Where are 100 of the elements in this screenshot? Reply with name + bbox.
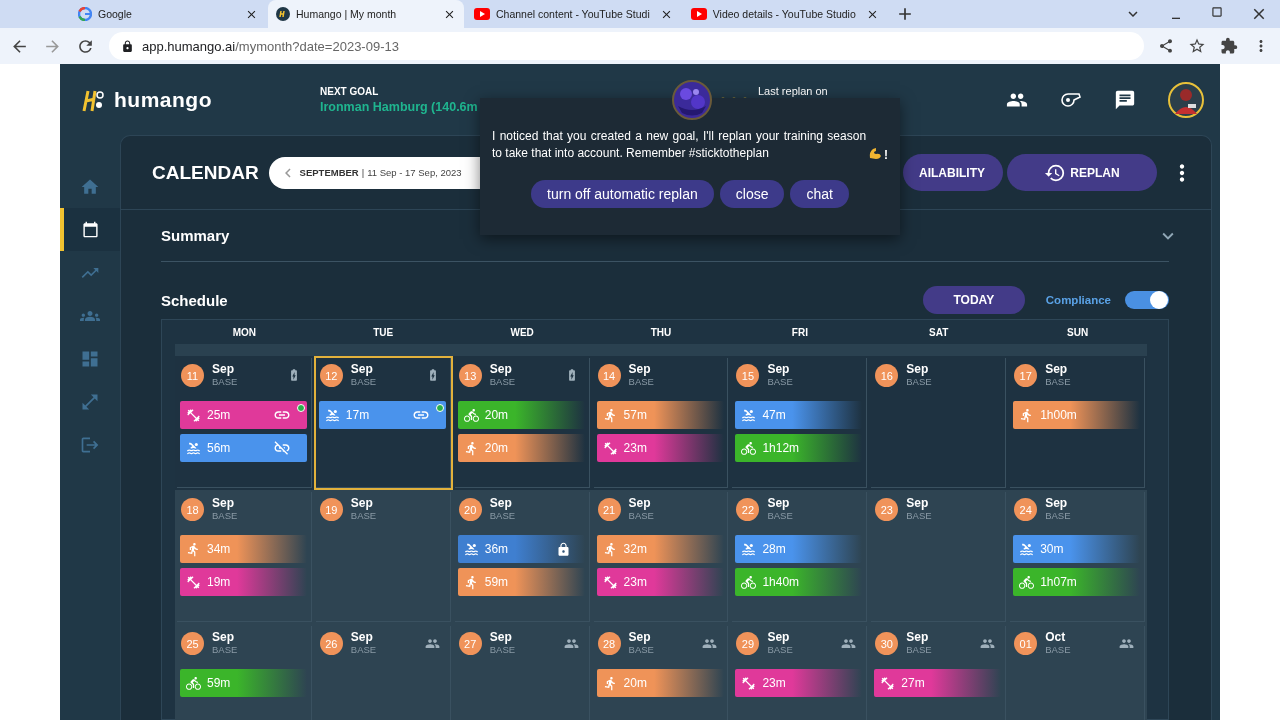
month-label: Sep [212, 496, 235, 510]
month-label: Sep [906, 362, 930, 376]
day-number: 25 [181, 632, 204, 655]
workout-bar[interactable]: 27m [874, 669, 1002, 697]
month-label: Sep [767, 630, 791, 644]
month-label: Sep [212, 630, 235, 644]
chat-icon[interactable] [1114, 88, 1136, 111]
schedule-title: Schedule [161, 291, 228, 309]
replan-button[interactable]: REPLAN [1007, 154, 1157, 191]
phase-label: BASE [767, 510, 794, 521]
popup-button[interactable]: close [719, 180, 785, 208]
day-cell[interactable]: 19 Sep BASE [313, 490, 453, 624]
workout-bar[interactable]: 23m [596, 434, 724, 462]
weekday-header: TUE [372, 326, 395, 338]
restore-icon[interactable] [1210, 5, 1224, 19]
day-cell[interactable]: 14 Sep BASE 57m 23m [591, 356, 731, 490]
phase-label: BASE [628, 376, 655, 387]
runner-icon [602, 675, 618, 691]
browser-tab[interactable]: Google [70, 0, 266, 28]
day-cell[interactable]: 26 Sep BASE [313, 624, 453, 720]
browser-tab[interactable]: Video details - YouTube Studio [682, 0, 887, 28]
day-cell[interactable]: 23 Sep BASE [869, 490, 1009, 624]
day-cell[interactable]: 25 Sep BASE 59m [175, 624, 314, 720]
phase-label: BASE [628, 510, 655, 521]
month-label: Sep [489, 362, 513, 376]
day-cell[interactable]: 27 Sep BASE [452, 624, 592, 720]
day-number: 18 [181, 498, 204, 521]
puzzle-icon[interactable] [1220, 37, 1238, 55]
day-number: 22 [736, 498, 760, 521]
workout-bar[interactable]: 23m [735, 669, 863, 697]
swimmer-icon [463, 541, 479, 557]
weekday-header: MON [231, 326, 258, 338]
weekday-header: SAT [928, 326, 950, 338]
day-cell[interactable]: 11 Sep BASE 25m 56m [175, 356, 314, 490]
runner-icon [602, 541, 618, 557]
sidebar-item[interactable] [60, 208, 120, 251]
humango-icon [276, 7, 290, 21]
month-label: Sep [1045, 362, 1069, 376]
swimmer-icon [741, 407, 757, 423]
day-number: 11 [181, 364, 204, 387]
day-number: 26 [319, 632, 343, 655]
browser-tab[interactable]: Humango | My month [268, 0, 464, 28]
day-number: 24 [1014, 498, 1038, 521]
day-cell[interactable]: 21 Sep BASE 32m 23m [591, 490, 731, 624]
month-label: Sep [350, 362, 374, 376]
bicycle-icon [463, 407, 479, 423]
youtube-icon [690, 8, 707, 20]
day-number: 19 [319, 498, 343, 521]
phase-label: BASE [906, 644, 933, 655]
runner-icon [463, 574, 479, 590]
whistle-icon[interactable] [1060, 90, 1082, 109]
day-cell[interactable]: 01 Oct BASE [1008, 624, 1147, 720]
availability-button[interactable]: AILABILITY [903, 154, 1003, 191]
runner-icon [602, 407, 618, 423]
compliance-label: Compliance [1045, 294, 1111, 306]
day-cell[interactable]: 16 Sep BASE [869, 356, 1009, 490]
day-cell[interactable]: 18 Sep BASE 34m 19m [175, 490, 314, 624]
month-label: Sep [212, 362, 235, 376]
day-number: 13 [458, 364, 482, 387]
share-icon[interactable] [1158, 38, 1174, 54]
runner-icon [186, 541, 201, 557]
day-cell[interactable]: 30 Sep BASE 27m [869, 624, 1009, 720]
swimmer-icon [186, 440, 201, 456]
google-icon [78, 7, 92, 21]
day-cell[interactable]: 20 Sep BASE 36m 59m [452, 490, 592, 624]
compliance-toggle[interactable] [1125, 291, 1169, 309]
phase-label: BASE [489, 510, 517, 521]
workout-bar[interactable]: 23m [596, 568, 724, 596]
day-number: 28 [597, 632, 621, 655]
bicycle-icon [186, 675, 201, 691]
day-cell[interactable]: 17 Sep BASE 1h00m [1008, 356, 1147, 490]
month-label: Sep [628, 630, 652, 644]
last-replan-label: Last replan on [758, 85, 828, 97]
phase-label: BASE [906, 376, 933, 387]
phase-label: BASE [212, 510, 239, 521]
month-label: Sep [628, 362, 652, 376]
day-number: 15 [736, 364, 760, 387]
month-label: Sep [489, 496, 513, 510]
today-button[interactable]: TODAY [922, 286, 1025, 314]
phase-label: BASE [1045, 376, 1072, 387]
workout-bar[interactable]: 36m [457, 535, 585, 563]
day-cell[interactable]: 29 Sep BASE 23m [730, 624, 870, 720]
weekday-header: THU [649, 326, 673, 338]
dumbbell-icon [602, 440, 618, 456]
popup-button[interactable]: chat [790, 180, 849, 208]
address-bar[interactable]: app.humango.ai/mymonth?date=2023-09-13 [109, 32, 1144, 60]
phase-label: BASE [767, 644, 794, 655]
dumbbell-icon [186, 407, 201, 423]
day-cell[interactable]: 12 Sep BASE 17m [313, 356, 453, 490]
phase-label: BASE [906, 510, 933, 521]
phase-label: BASE [212, 376, 239, 387]
workout-bar[interactable]: 19m [180, 568, 307, 596]
dumbbell-icon [880, 675, 896, 691]
day-number: 16 [875, 364, 899, 387]
swimmer-icon [741, 541, 757, 557]
popup-button[interactable]: turn off automatic replan [531, 180, 714, 208]
unlink-icon[interactable] [273, 439, 291, 457]
browser-tab[interactable]: Channel content - YouTube Studi [466, 0, 681, 28]
workout-bar[interactable]: 25m [180, 401, 307, 429]
star-icon[interactable] [1188, 37, 1206, 55]
